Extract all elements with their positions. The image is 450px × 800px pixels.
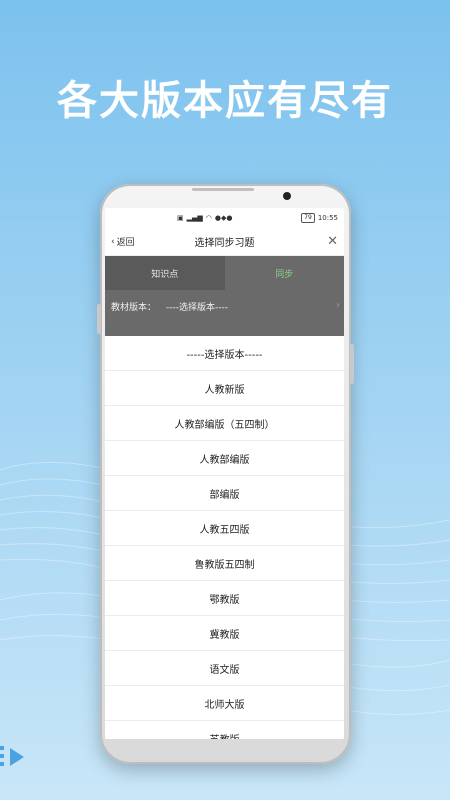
list-item[interactable]: 苏教版 xyxy=(105,721,344,740)
list-item[interactable]: 人教五四版 xyxy=(105,511,344,546)
status-right: 79 10:55 xyxy=(301,213,338,223)
phone-speaker xyxy=(192,188,254,191)
signal-icon: ▂▄▆ xyxy=(186,214,203,222)
back-button[interactable]: ‹ 返回 xyxy=(111,235,135,249)
nav-bar: ‹ 返回 选择同步习题 ✕ xyxy=(105,228,344,256)
version-value: ----选择版本---- xyxy=(166,303,228,313)
tab-sync[interactable]: 同步 xyxy=(224,256,344,290)
textbook-version-row[interactable]: 教材版本： ----选择版本---- › xyxy=(105,290,344,336)
list-item[interactable]: 部编版 xyxy=(105,476,344,511)
status-time: 10:55 xyxy=(317,214,338,222)
status-icons: ▣ ▂▄▆ ◠ ●◆● xyxy=(177,214,233,222)
chevron-left-icon: ‹ xyxy=(111,236,115,247)
list-item[interactable]: 鄂教版 xyxy=(105,581,344,616)
page-title: 选择同步习题 xyxy=(194,238,255,249)
promo-headline: 各大版本应有尽有 xyxy=(57,78,393,124)
tab-knowledge-points[interactable]: 知识点 xyxy=(105,256,225,290)
status-bar: ▣ ▂▄▆ ◠ ●◆● 79 10:55 xyxy=(105,208,344,228)
tab-bar: 知识点 同步 xyxy=(105,256,344,290)
list-item[interactable]: 人教部编版 xyxy=(105,441,344,476)
wifi-icon: ◠ xyxy=(205,214,212,222)
list-item[interactable]: 冀教版 xyxy=(105,616,344,651)
list-item[interactable]: 北师大版 xyxy=(105,686,344,721)
version-label: 教材版本： xyxy=(111,303,157,313)
list-item[interactable]: 人教部编版（五四制） xyxy=(105,406,344,441)
phone-camera xyxy=(283,192,291,200)
list-item[interactable]: 人教新版 xyxy=(105,371,344,406)
list-item[interactable]: 语文版 xyxy=(105,651,344,686)
phone-screen: ▣ ▂▄▆ ◠ ●◆● 79 10:55 ‹ 返回 选择同步习题 ✕ 知识点 同… xyxy=(105,208,344,739)
list-item[interactable]: -----选择版本----- xyxy=(105,336,344,371)
chevron-right-icon: › xyxy=(336,300,340,311)
phone-volume-button xyxy=(97,304,101,334)
version-picker-list: -----选择版本----- 人教新版 人教部编版（五四制） 人教部编版 部编版… xyxy=(105,336,344,739)
close-icon[interactable]: ✕ xyxy=(327,234,338,249)
back-label: 返回 xyxy=(116,238,135,248)
play-arrow-decoration-icon xyxy=(0,746,24,766)
hd-icon: ▣ xyxy=(177,214,184,222)
list-item[interactable]: 鲁教版五四制 xyxy=(105,546,344,581)
phone-power-button xyxy=(350,344,354,384)
phone-frame: ▣ ▂▄▆ ◠ ●◆● 79 10:55 ‹ 返回 选择同步习题 ✕ 知识点 同… xyxy=(97,184,354,764)
app-icon: ●◆● xyxy=(214,214,233,222)
dimmed-content: 知识点 同步 教材版本： ----选择版本---- › xyxy=(105,256,344,336)
battery-icon: 79 xyxy=(301,213,315,223)
